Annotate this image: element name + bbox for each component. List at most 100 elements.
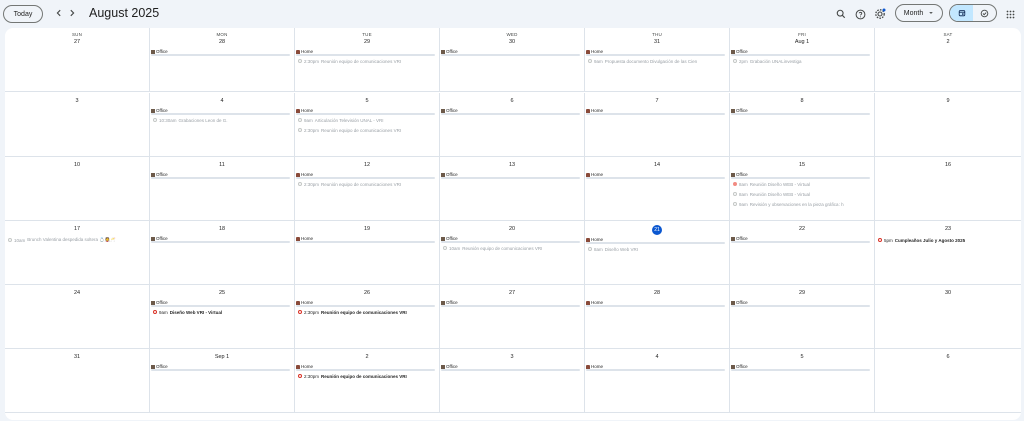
day-cell[interactable]: 8 Office (730, 93, 875, 157)
working-location-chip[interactable]: Home (296, 363, 435, 371)
day-cell[interactable]: 22 Office (730, 221, 875, 285)
date-number[interactable]: 26 (295, 289, 439, 298)
date-number[interactable]: 16 (875, 161, 1021, 170)
date-number[interactable]: 7 (585, 97, 729, 106)
day-cell[interactable]: 14 Home (585, 157, 730, 221)
event-chip[interactable]: 9am Diseño Web VRI - Virtual (153, 308, 291, 316)
date-number[interactable]: 29 (730, 289, 874, 298)
date-number[interactable]: 12 (295, 161, 439, 170)
working-location-chip[interactable]: Home (586, 48, 725, 56)
day-cell[interactable]: SUN 27 (5, 28, 150, 92)
working-location-chip[interactable]: Office (731, 363, 870, 371)
date-number[interactable]: 22 (730, 225, 874, 234)
help-icon[interactable] (852, 6, 868, 22)
day-cell[interactable]: 19 Home (295, 221, 440, 285)
working-location-chip[interactable]: Office (441, 363, 580, 371)
date-number[interactable]: 27 (440, 289, 584, 298)
working-location-chip[interactable]: Office (151, 48, 290, 56)
working-location-chip[interactable]: Home (586, 171, 725, 179)
date-number[interactable]: 10 (5, 161, 149, 170)
day-cell[interactable]: 17 10am Brunch Valentina despedida soltera… (5, 221, 150, 285)
working-location-chip[interactable]: Home (296, 235, 435, 243)
date-number[interactable]: 2 (295, 353, 439, 362)
day-cell[interactable]: 24 (5, 285, 150, 349)
date-number[interactable]: 28 (150, 38, 294, 47)
day-cell[interactable]: 3 Office (440, 349, 585, 413)
tasks-view-icon[interactable] (973, 5, 996, 21)
date-number[interactable]: 18 (150, 225, 294, 234)
date-number[interactable]: 4 (585, 353, 729, 362)
working-location-chip[interactable]: Home (296, 299, 435, 307)
date-number[interactable]: 25 (150, 289, 294, 298)
date-number[interactable]: 31 (5, 353, 149, 362)
event-chip[interactable]: 10am Brunch Valentina despedida soltera 💍… (8, 236, 146, 244)
day-cell[interactable]: WED 30 Office (440, 28, 585, 92)
calendar-view-icon[interactable] (950, 5, 973, 21)
date-number[interactable]: 5 (730, 353, 874, 362)
event-chip[interactable]: 9am Revisión y observaciones en la pieza … (733, 200, 871, 208)
date-number[interactable]: 17 (5, 225, 149, 234)
day-cell[interactable]: 12 Home 2:30pm Reunión equipo de comunicaci… (295, 157, 440, 221)
working-location-chip[interactable]: Office (441, 235, 580, 243)
event-chip[interactable]: 2:30pm Reunión equipo de comunicaciones V… (298, 372, 436, 380)
date-number[interactable]: 6 (875, 353, 1021, 362)
event-chip[interactable]: 2:30pm Reunión equipo de comunicaciones V… (298, 180, 436, 188)
settings-gear-icon[interactable] (872, 6, 888, 22)
date-number[interactable]: 3 (5, 97, 149, 106)
day-cell[interactable]: 27 Office (440, 285, 585, 349)
working-location-chip[interactable]: Office (441, 171, 580, 179)
working-location-chip[interactable]: Home (586, 363, 725, 371)
date-number[interactable]: 20 (440, 225, 584, 234)
working-location-chip[interactable]: Office (151, 235, 290, 243)
date-number[interactable]: 14 (585, 161, 729, 170)
working-location-chip[interactable]: Home (586, 107, 725, 115)
chevron-right-icon[interactable] (65, 6, 79, 20)
day-cell[interactable]: 4 Office 10:30am Grabaciones Leon de G. (150, 93, 295, 157)
working-location-chip[interactable]: Home (296, 107, 435, 115)
day-cell[interactable]: TUE 29 Home 2:30pm Reunión equipo de comunic… (295, 28, 440, 92)
event-chip[interactable]: 8am Reunión Diseño WEB - Virtual (733, 190, 871, 198)
day-cell[interactable]: 6 (875, 349, 1021, 413)
day-cell[interactable]: FRI Aug 1 Office 2pm Grabación UNALinvestiga (730, 28, 875, 92)
working-location-chip[interactable]: Office (731, 107, 870, 115)
event-chip[interactable]: 2:30pm Reunión equipo de comunicaciones V… (298, 57, 436, 65)
working-location-chip[interactable]: Home (296, 48, 435, 56)
day-cell[interactable]: 23 5pm Cumpleaños Julio y Agosto 2025 (875, 221, 1021, 285)
working-location-chip[interactable]: Office (441, 299, 580, 307)
date-number[interactable]: 27 (5, 38, 149, 47)
date-number[interactable]: 30 (875, 289, 1021, 298)
working-location-chip[interactable]: Office (151, 107, 290, 115)
event-chip[interactable]: 2pm Grabación UNALinvestiga (733, 57, 871, 65)
day-cell[interactable]: 20 Office 10am Reunión equipo de comunicaci… (440, 221, 585, 285)
event-chip[interactable]: 9am Articulación Televisión UNAL - VRI (298, 116, 436, 124)
day-cell[interactable]: 5 Home 9am Articulación Televisión UNAL - V… (295, 93, 440, 157)
working-location-chip[interactable]: Home (586, 299, 725, 307)
today-date-number[interactable]: 21 (652, 225, 662, 235)
date-number[interactable]: 24 (5, 289, 149, 298)
working-location-chip[interactable]: Office (731, 235, 870, 243)
date-number[interactable]: 9 (875, 97, 1021, 106)
date-number[interactable]: 19 (295, 225, 439, 234)
day-cell[interactable]: 13 Office (440, 157, 585, 221)
day-cell[interactable]: 15 Office 8am Reunión Diseño WEB - Virtual 8… (730, 157, 875, 221)
working-location-chip[interactable]: Office (151, 171, 290, 179)
apps-grid-icon[interactable] (1002, 6, 1018, 22)
day-cell[interactable]: SAT 2 (875, 28, 1021, 92)
date-number[interactable]: 29 (295, 38, 439, 47)
day-cell[interactable]: THU 31 Home 9am Propuesta documento Divulgac… (585, 28, 730, 92)
day-cell[interactable]: 26 Home 2:30pm Reunión equipo de comunicaci… (295, 285, 440, 349)
day-cell[interactable]: 4 Home (585, 349, 730, 413)
working-location-chip[interactable]: Office (441, 48, 580, 56)
date-number[interactable]: 13 (440, 161, 584, 170)
working-location-chip[interactable]: Office (441, 107, 580, 115)
date-number[interactable]: 23 (875, 225, 1021, 234)
working-location-chip[interactable]: Office (731, 48, 870, 56)
event-chip[interactable]: 8am Diseño Web VRI (588, 245, 726, 253)
day-cell[interactable]: 7 Home (585, 93, 730, 157)
date-number[interactable]: 11 (150, 161, 294, 170)
date-number[interactable]: 15 (730, 161, 874, 170)
day-cell[interactable]: Sep 1 Office (150, 349, 295, 413)
day-cell[interactable]: 6 Office (440, 93, 585, 157)
date-number[interactable]: Aug 1 (730, 38, 874, 47)
event-chip[interactable]: 8am Reunión Diseño WEB - Virtual (733, 180, 871, 188)
